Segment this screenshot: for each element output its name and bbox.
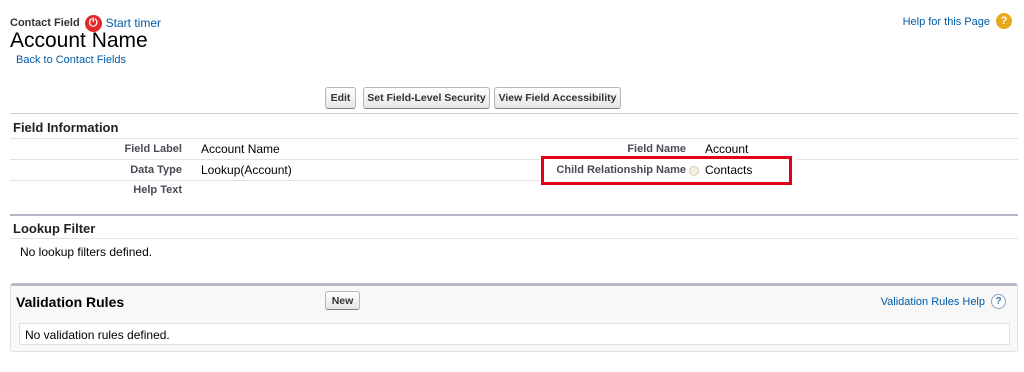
page-title: Account Name bbox=[10, 29, 148, 52]
lookup-filter-message: No lookup filters defined. bbox=[20, 245, 153, 259]
validation-rules-message: No validation rules defined. bbox=[25, 328, 170, 342]
validation-rules-section: Validation Rules New Validation Rules He… bbox=[10, 283, 1018, 352]
help-circle-icon[interactable]: ? bbox=[996, 13, 1012, 29]
back-to-contact-fields-link[interactable]: Back to Contact Fields bbox=[16, 54, 126, 66]
row-divider bbox=[10, 138, 1018, 139]
lookup-filter-title: Lookup Filter bbox=[13, 221, 96, 236]
validation-rules-help-link[interactable]: Validation Rules Help bbox=[881, 296, 985, 308]
data-type-label: Data Type bbox=[130, 164, 182, 176]
validation-rules-list: No validation rules defined. bbox=[19, 323, 1010, 345]
page-header: Contact Field ⏻ Start timer Account Name… bbox=[10, 12, 1014, 72]
field-label-label: Field Label bbox=[124, 143, 182, 155]
help-text-label: Help Text bbox=[133, 184, 182, 196]
field-name-value: Account bbox=[705, 142, 749, 156]
row-divider bbox=[795, 159, 1018, 160]
validation-rules-title: Validation Rules bbox=[16, 294, 125, 310]
highlight-box bbox=[541, 156, 792, 185]
set-field-level-security-button[interactable]: Set Field-Level Security bbox=[363, 87, 490, 109]
edit-button[interactable]: Edit bbox=[325, 87, 356, 109]
object-type-label: Contact Field bbox=[10, 17, 80, 29]
row-divider bbox=[10, 159, 540, 160]
question-icon[interactable]: ? bbox=[991, 294, 1006, 309]
row-divider bbox=[10, 238, 1018, 239]
new-validation-rule-button[interactable]: New bbox=[325, 291, 360, 310]
field-information-title: Field Information bbox=[13, 120, 119, 135]
view-field-accessibility-button[interactable]: View Field Accessibility bbox=[494, 87, 621, 109]
field-label-value: Account Name bbox=[201, 142, 280, 156]
section-divider bbox=[10, 113, 1018, 114]
section-divider bbox=[10, 214, 1018, 216]
start-timer-link[interactable]: Start timer bbox=[106, 16, 161, 30]
help-for-this-page-link[interactable]: Help for this Page bbox=[903, 16, 990, 28]
data-type-value: Lookup(Account) bbox=[201, 163, 292, 177]
row-divider bbox=[10, 180, 540, 181]
field-name-label: Field Name bbox=[627, 143, 686, 155]
